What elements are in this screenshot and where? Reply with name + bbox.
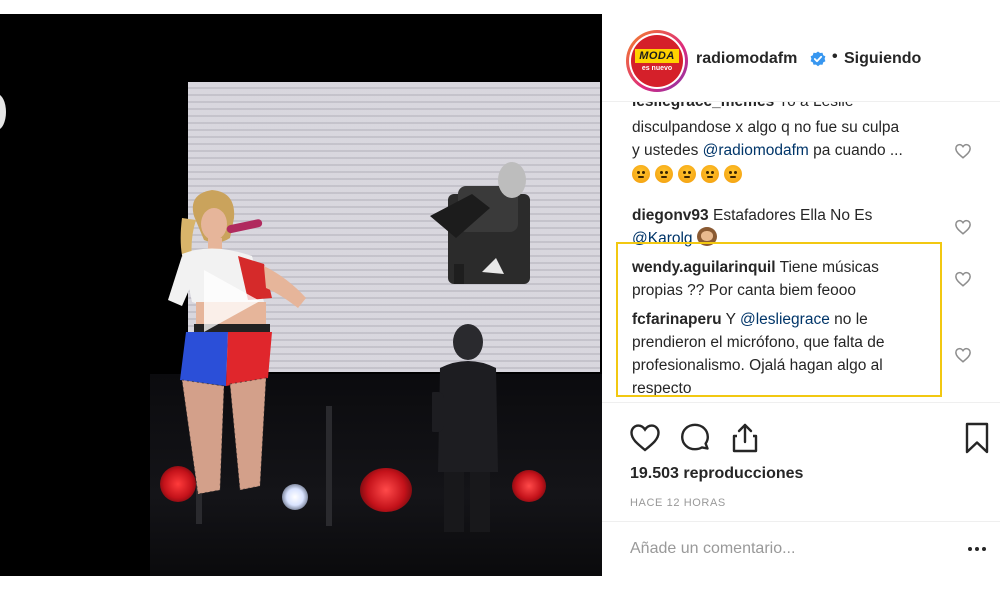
stage-light: [360, 468, 412, 512]
see-no-evil-monkey-icon: [696, 227, 717, 246]
backup-singer-figure: [432, 324, 498, 532]
play-button[interactable]: [180, 256, 270, 346]
following-button[interactable]: Siguiendo: [844, 50, 921, 68]
video-player[interactable]: [0, 14, 602, 576]
more-dot: [975, 547, 979, 551]
comment-username[interactable]: lesliegrace_memes: [632, 102, 774, 110]
comment-item: lesliegrace_memes Yo a Leslie: [632, 102, 952, 113]
comments-list: lesliegrace_memes Yo a Leslie disculpand…: [602, 102, 1000, 402]
post-header: MODA es nuevo radiomodafm • Siguiendo: [602, 14, 1000, 102]
comment-text: profesionalismo. Ojalá hagan algo al: [632, 357, 883, 374]
singer-figure: [168, 190, 306, 495]
more-dots-icon[interactable]: [964, 536, 990, 562]
comment-text: Y: [725, 311, 736, 328]
view-count[interactable]: 19.503 reproducciones: [630, 465, 803, 483]
carousel-prev-edge: [0, 94, 6, 130]
comment-text-line: y ustedes @radiomodafm pa cuando ...: [632, 139, 952, 162]
bookmark-icon[interactable]: [960, 421, 994, 455]
comment-item: disculpandose x algo q no fue su culpa y…: [632, 116, 952, 187]
post-details-panel: MODA es nuevo radiomodafm • Siguiendo le…: [602, 14, 1000, 576]
play-icon: [204, 270, 260, 332]
comment-text: Estafadores Ella No Es: [712, 207, 873, 224]
comment-item: fcfarinaperu Y @lesliegrace no le prendi…: [632, 308, 952, 400]
comment-text: prendieron el micrófono, que falta de: [632, 334, 885, 351]
screen-artwork: [430, 162, 530, 284]
mention-link[interactable]: @radiomodafm: [703, 142, 809, 159]
comment-bubble-icon[interactable]: [678, 421, 712, 455]
header-separator: •: [832, 48, 838, 65]
comment-text: no le: [834, 311, 868, 328]
comment-text: respecto: [632, 380, 692, 397]
comment-text: Yo a Leslie: [778, 102, 853, 110]
post-username[interactable]: radiomodafm: [696, 50, 797, 68]
emoji-row: [632, 164, 952, 187]
like-comment-heart-icon[interactable]: [954, 218, 972, 236]
comment-username[interactable]: fcfarinaperu: [632, 311, 722, 328]
share-icon[interactable]: [728, 421, 762, 455]
comment-username[interactable]: diegonv93: [632, 207, 709, 224]
angry-face-icon: [724, 165, 742, 183]
like-comment-heart-icon[interactable]: [954, 346, 972, 364]
comment-item: diegonv93 Estafadores Ella No Es @Karolg: [632, 204, 952, 250]
heart-icon[interactable]: [628, 421, 662, 455]
stage-stand: [326, 406, 332, 526]
mention-link[interactable]: @lesliegrace: [740, 311, 830, 328]
brand-logo: MODA es nuevo: [631, 35, 683, 87]
stage-light: [512, 470, 546, 502]
comment-username[interactable]: wendy.aguilarinquil: [632, 259, 776, 276]
verified-badge-icon: [810, 51, 826, 67]
angry-face-icon: [655, 165, 673, 183]
post-actions: 19.503 reproducciones HACE 12 HORAS: [602, 402, 1000, 576]
comment-item: wendy.aguilarinquil Tiene músicas propia…: [632, 256, 952, 302]
brand-logo-word: MODA: [635, 48, 679, 63]
more-dot: [968, 547, 972, 551]
angry-face-icon: [678, 165, 696, 183]
like-comment-heart-icon[interactable]: [954, 270, 972, 288]
comment-text: Tiene músicas: [779, 259, 879, 276]
brand-logo-sub: es nuevo: [641, 64, 673, 72]
avatar[interactable]: MODA es nuevo: [626, 30, 688, 92]
comment-text: disculpandose x algo q no fue su culpa: [632, 119, 900, 136]
comment-text: pa cuando ...: [808, 142, 903, 159]
like-comment-heart-icon[interactable]: [954, 142, 972, 160]
angry-face-icon: [632, 165, 650, 183]
avatar-ring: MODA es nuevo: [629, 33, 685, 89]
more-dot: [982, 547, 986, 551]
post-timestamp[interactable]: HACE 12 HORAS: [630, 497, 726, 509]
mention-link[interactable]: @Karolg: [632, 230, 693, 247]
comment-text: y ustedes: [632, 142, 703, 159]
angry-face-icon: [701, 165, 719, 183]
add-comment-bar: [602, 521, 1000, 577]
comment-text: propias ?? Por canta biem feooo: [632, 282, 857, 299]
add-comment-input[interactable]: [630, 536, 930, 562]
